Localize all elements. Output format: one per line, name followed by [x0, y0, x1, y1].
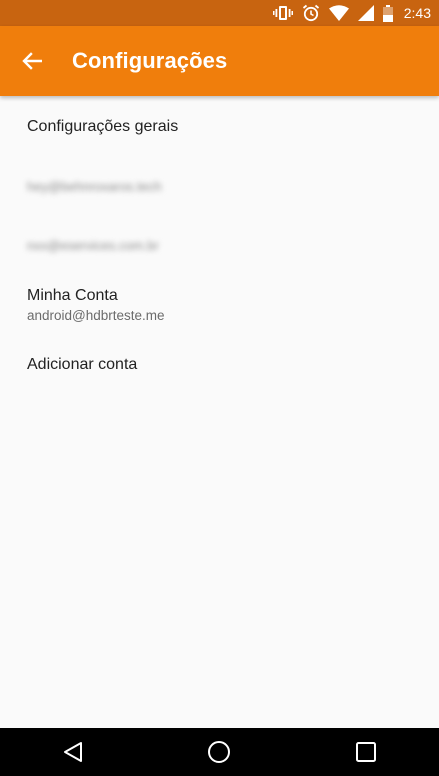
- wifi-icon: [328, 5, 349, 21]
- nav-home-button[interactable]: [189, 728, 249, 776]
- nav-recents-button[interactable]: [336, 728, 396, 776]
- add-account-label: Adicionar conta: [27, 356, 138, 373]
- settings-list: Configurações gerais hey@behnroxaros.tec…: [0, 96, 439, 396]
- general-settings-label: Configurações gerais: [27, 118, 179, 135]
- battery-icon: [382, 4, 393, 22]
- general-settings-item[interactable]: Configurações gerais: [0, 96, 439, 156]
- recents-square-icon: [355, 742, 376, 762]
- account-item-2[interactable]: nxx@eservices.com.br: [0, 216, 439, 276]
- status-time: 2:43: [403, 5, 431, 21]
- navigation-bar: [0, 728, 439, 776]
- account-email-2: nxx@eservices.com.br: [27, 238, 159, 253]
- back-triangle-icon: [64, 742, 83, 762]
- account-email-1: hey@behnroxaros.tech: [27, 179, 162, 194]
- arrow-back-icon: [22, 52, 42, 70]
- account-item-1[interactable]: hey@behnroxaros.tech: [0, 156, 439, 216]
- home-circle-icon: [208, 741, 231, 763]
- status-bar: 2:43: [0, 0, 439, 26]
- back-button[interactable]: [0, 26, 64, 96]
- my-account-item[interactable]: Minha Conta android@hdbrteste.me: [0, 276, 439, 340]
- signal-icon: [357, 5, 374, 21]
- page-title: Configurações: [72, 48, 228, 73]
- nav-back-button[interactable]: [43, 728, 103, 776]
- vibrate-icon: [272, 6, 293, 20]
- my-account-email: android@hdbrteste.me: [27, 308, 165, 323]
- alarm-icon: [302, 4, 319, 22]
- app-bar: Configurações: [0, 26, 439, 96]
- add-account-item[interactable]: Adicionar conta: [0, 340, 439, 396]
- my-account-title: Minha Conta: [27, 287, 118, 304]
